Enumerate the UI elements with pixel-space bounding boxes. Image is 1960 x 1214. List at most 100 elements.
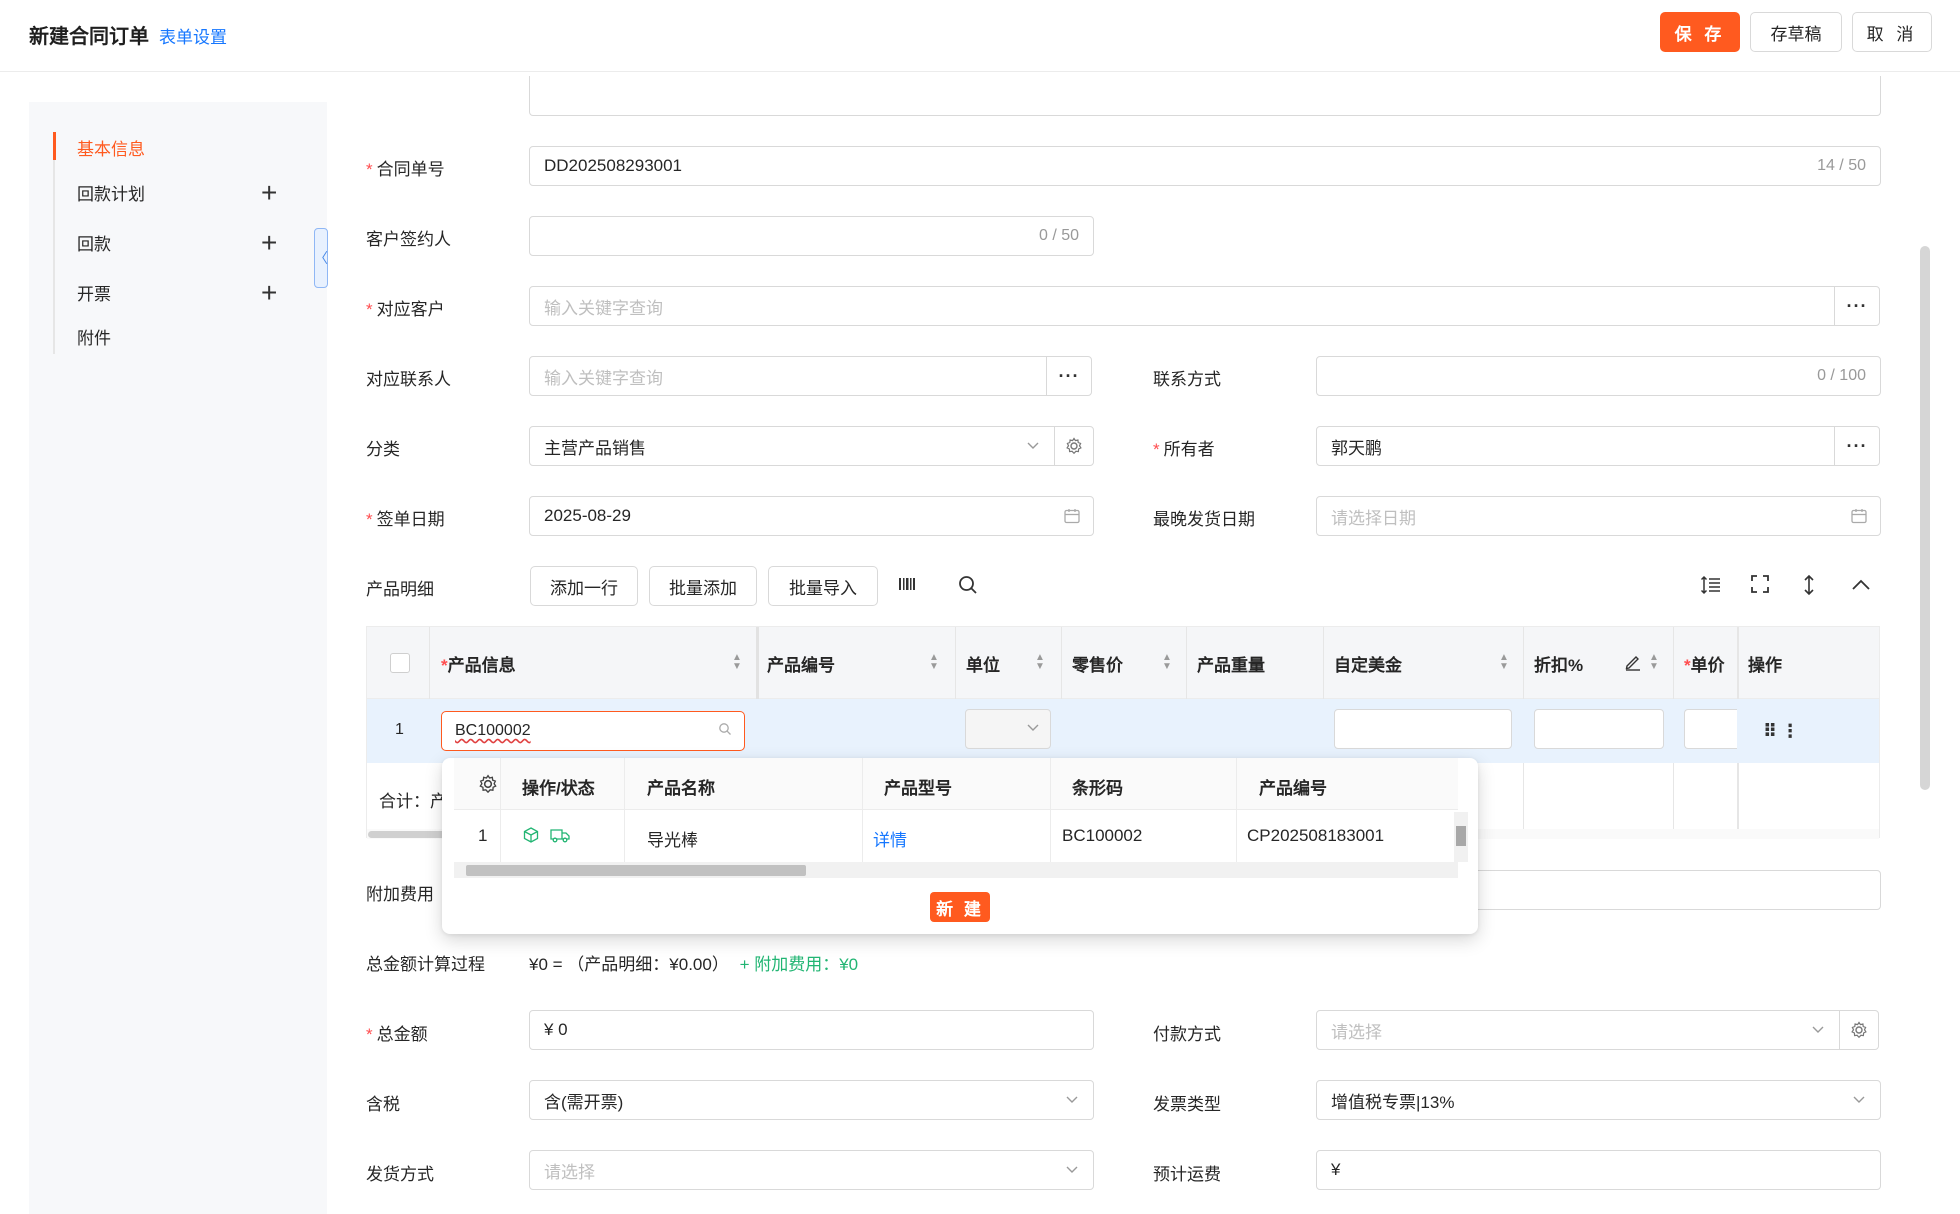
form-settings-link[interactable]: 表单设置	[159, 23, 227, 48]
customer-more-button[interactable]: ···	[1834, 286, 1880, 326]
calendar-icon	[1063, 507, 1081, 530]
customer-signer-input[interactable]: 0 / 50	[529, 216, 1094, 256]
owner-input[interactable]: 郭天鹏	[1316, 426, 1835, 466]
column-divider	[1236, 758, 1237, 862]
save-button[interactable]: 保 存	[1660, 12, 1740, 52]
product-box-icon[interactable]	[522, 826, 540, 849]
contract-no-label: * 合同单号	[366, 160, 445, 179]
sort-icon[interactable]: ▲ ▼	[1649, 653, 1659, 672]
dd-col-model: 产品型号	[884, 779, 952, 798]
add-invoice-icon[interactable]: +	[261, 279, 277, 307]
dd-product-name[interactable]: 导光棒	[647, 826, 698, 851]
custom-usd-input[interactable]	[1334, 709, 1512, 749]
scroll-thumb[interactable]	[1456, 826, 1466, 846]
batch-add-button[interactable]: 批量添加	[649, 566, 757, 606]
nav-item-payment[interactable]: 回款	[77, 230, 111, 255]
nav-item-payment-plan[interactable]: 回款计划	[77, 180, 145, 205]
edit-pencil-icon[interactable]	[1625, 653, 1641, 676]
sort-icon[interactable]: ▲ ▼	[1499, 653, 1509, 672]
col-custom-usd[interactable]: 自定美金	[1334, 651, 1402, 676]
customer-input[interactable]: 输入关键字查询	[529, 286, 1835, 326]
nav-item-attachment[interactable]: 附件	[77, 324, 111, 349]
collapse-up-icon[interactable]	[1850, 574, 1872, 602]
dd-detail-link[interactable]: 详情	[873, 826, 907, 851]
char-counter: 0 / 100	[1817, 367, 1866, 384]
invoice-type-label: 发票类型	[1153, 1095, 1221, 1114]
nav-item-basic-info[interactable]: 基本信息	[77, 135, 145, 160]
scroll-thumb[interactable]	[368, 831, 448, 838]
tax-select[interactable]: 含(需开票)	[529, 1080, 1094, 1120]
sort-icon[interactable]: ▲ ▼	[1162, 653, 1172, 672]
sign-date-label: * 签单日期	[366, 510, 445, 529]
freight-label: 预计运费	[1153, 1165, 1221, 1184]
sort-icon[interactable]: ▲ ▼	[732, 653, 742, 672]
product-search-input[interactable]: BC100002	[441, 711, 745, 751]
dd-col-status: 操作/状态	[522, 779, 595, 798]
ship-method-select[interactable]: 请选择	[529, 1150, 1094, 1190]
row-actions-icon[interactable]: ⠿⋮	[1763, 721, 1803, 742]
chevron-down-icon	[1065, 1160, 1079, 1183]
payment-settings-gear-icon[interactable]	[1839, 1010, 1879, 1050]
total-input[interactable]: ¥ 0	[529, 1010, 1094, 1050]
col-actions: 操作	[1748, 656, 1782, 675]
fullscreen-icon[interactable]	[1750, 574, 1770, 600]
batch-import-button[interactable]: 批量导入	[768, 566, 878, 606]
add-row-button[interactable]: 添加一行	[530, 566, 638, 606]
dd-col-barcode: 条形码	[1072, 779, 1123, 798]
contact-method-input[interactable]: 0 / 100	[1316, 356, 1881, 396]
owner-more-button[interactable]: ···	[1834, 426, 1880, 466]
contact-input[interactable]: 输入关键字查询	[529, 356, 1047, 396]
clipped-field[interactable]	[529, 76, 1881, 116]
row-height-icon[interactable]	[1700, 574, 1722, 602]
invoice-type-select[interactable]: 增值税专票|13%	[1316, 1080, 1881, 1120]
dropdown-vertical-scrollbar[interactable]	[1454, 812, 1468, 862]
col-retail-price[interactable]: 零售价	[1072, 651, 1123, 676]
col-unit[interactable]: 单位	[966, 651, 1000, 676]
dd-col-code: 产品编号	[1259, 779, 1327, 798]
column-divider	[955, 627, 956, 699]
col-unit-price[interactable]: *单价	[1684, 651, 1725, 676]
column-divider	[1737, 627, 1739, 699]
add-payment-plan-icon[interactable]: +	[261, 179, 277, 207]
column-divider	[1737, 763, 1739, 839]
scroll-thumb[interactable]	[466, 865, 806, 876]
freight-input[interactable]: ¥	[1316, 1150, 1881, 1190]
contact-more-button[interactable]: ···	[1046, 356, 1092, 396]
nav-item-invoice[interactable]: 开票	[77, 280, 111, 305]
search-icon[interactable]	[957, 574, 979, 602]
calc-process-label: 总金额计算过程	[366, 955, 485, 974]
unit-select[interactable]	[965, 709, 1051, 749]
new-product-button[interactable]: 新 建	[930, 892, 990, 922]
column-divider	[756, 627, 759, 699]
contract-no-input[interactable]: DD202508293001 14 / 50	[529, 146, 1881, 186]
sort-icon[interactable]: ▲ ▼	[929, 653, 939, 672]
category-settings-gear-icon[interactable]	[1054, 426, 1094, 466]
table-header: *产品信息 ▲ ▼ 产品编号 ▲ ▼ 单位 ▲ ▼ 零售价 ▲ ▼ 产品重量 自定美金 …	[367, 627, 1879, 699]
sign-date-input[interactable]: 2025-08-29	[529, 496, 1094, 536]
char-counter: 14 / 50	[1817, 157, 1866, 174]
col-product-weight[interactable]: 产品重量	[1197, 651, 1265, 676]
page-title: 新建合同订单	[29, 26, 149, 48]
gear-icon[interactable]	[478, 774, 498, 799]
product-search-dropdown: 操作/状态 产品名称 产品型号 条形码 产品编号 1 导光棒 详情 BC1000…	[442, 758, 1478, 934]
col-discount[interactable]: 折扣%	[1534, 651, 1583, 676]
barcode-icon[interactable]	[898, 574, 918, 600]
sidebar-collapse-toggle[interactable]: 〈	[314, 228, 328, 288]
latest-ship-date-input[interactable]: 请选择日期	[1316, 496, 1881, 536]
category-select[interactable]: 主营产品销售	[529, 426, 1055, 466]
chevron-down-icon	[1026, 718, 1040, 743]
page-vertical-scrollbar[interactable]	[1920, 246, 1930, 790]
save-draft-button[interactable]: 存草稿	[1750, 12, 1842, 52]
cancel-button[interactable]: 取 消	[1852, 12, 1932, 52]
col-product-code[interactable]: 产品编号	[767, 651, 835, 676]
sort-icon[interactable]: ▲ ▼	[1035, 653, 1045, 672]
discount-input[interactable]	[1534, 709, 1664, 749]
select-all-checkbox[interactable]	[390, 653, 410, 673]
unit-price-input[interactable]	[1684, 709, 1737, 749]
shipping-truck-icon[interactable]	[550, 827, 570, 848]
expand-vertical-icon[interactable]	[1802, 574, 1816, 602]
dropdown-horizontal-scrollbar[interactable]	[454, 862, 1458, 878]
payment-select[interactable]: 请选择	[1316, 1010, 1840, 1050]
add-payment-icon[interactable]: +	[261, 229, 277, 257]
col-product-info[interactable]: *产品信息	[441, 651, 516, 676]
